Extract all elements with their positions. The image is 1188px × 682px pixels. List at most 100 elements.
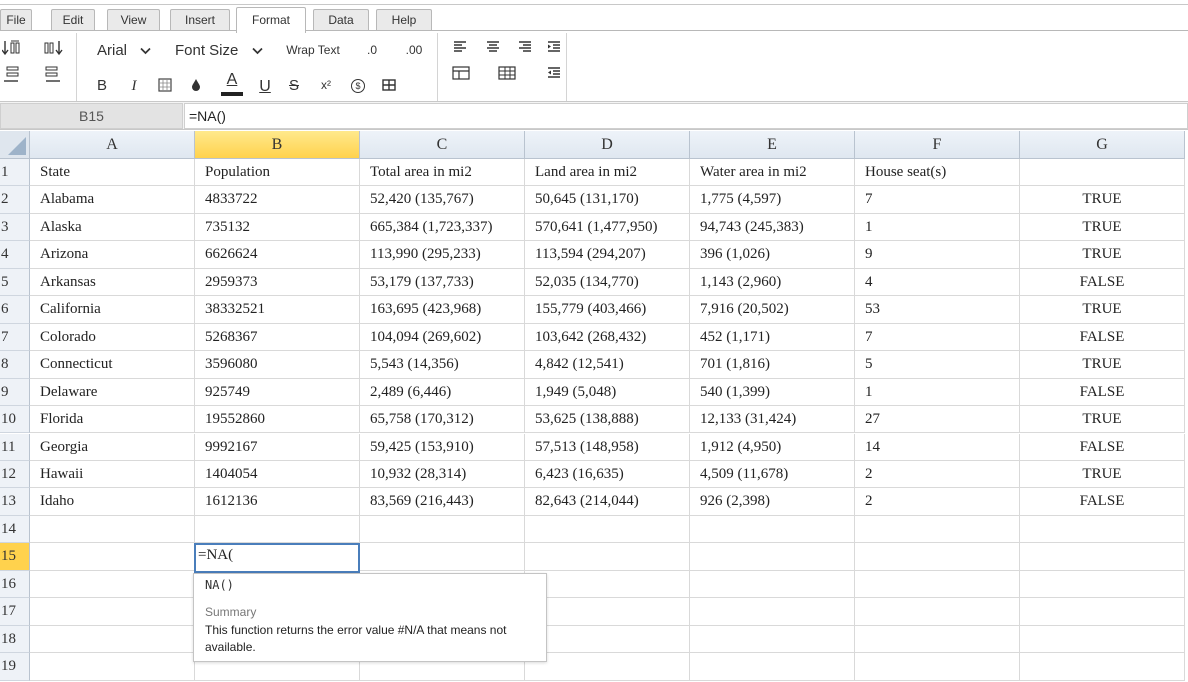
cell-c1[interactable]: Total area in mi2 <box>360 159 525 187</box>
cell-e7[interactable]: 452 (1,171) <box>690 323 855 352</box>
cell-d4[interactable]: 113,594 (294,207) <box>525 241 690 269</box>
cell-c11[interactable]: 59,425 (153,910) <box>360 433 525 461</box>
cell-f17[interactable] <box>855 598 1020 626</box>
cell-b12[interactable]: 1404054 <box>195 460 360 489</box>
cell-f9[interactable]: 1 <box>855 378 1020 407</box>
tab-view[interactable]: View <box>107 9 160 32</box>
cell-a12[interactable]: Hawaii <box>30 460 195 489</box>
cell-b9[interactable]: 925749 <box>195 378 360 407</box>
tab-data[interactable]: Data <box>313 9 369 32</box>
column-header-b[interactable]: B <box>195 131 360 159</box>
cell-g19[interactable] <box>1020 653 1185 681</box>
cell-d5[interactable]: 52,035 (134,770) <box>525 268 690 297</box>
align-right-icon[interactable] <box>517 40 535 54</box>
cell-c6[interactable]: 163,695 (423,968) <box>360 296 525 324</box>
cell-d1[interactable]: Land area in mi2 <box>525 159 690 187</box>
cell-c4[interactable]: 113,990 (295,233) <box>360 241 525 269</box>
bold-button[interactable]: B <box>93 76 111 96</box>
cell-g18[interactable] <box>1020 625 1185 654</box>
cell-d18[interactable] <box>525 625 690 654</box>
strikethrough-button[interactable]: S <box>285 76 303 96</box>
underline-button[interactable]: U <box>255 77 275 97</box>
tab-edit[interactable]: Edit <box>51 9 95 32</box>
cell-c9[interactable]: 2,489 (6,446) <box>360 378 525 407</box>
row-header-10[interactable]: 10 <box>0 406 30 434</box>
tab-insert[interactable]: Insert <box>170 9 230 32</box>
column-header-c[interactable]: C <box>360 131 525 159</box>
font-color-button[interactable]: A <box>220 71 244 101</box>
cell-a17[interactable] <box>30 598 195 626</box>
cell-b10[interactable]: 19552860 <box>195 406 360 434</box>
cell-c12[interactable]: 10,932 (28,314) <box>360 460 525 489</box>
cell-f10[interactable]: 27 <box>855 406 1020 434</box>
wrap-text-button[interactable]: Wrap Text <box>282 40 344 60</box>
cell-a18[interactable] <box>30 625 195 654</box>
currency-button[interactable]: $ <box>349 77 367 95</box>
cell-f4[interactable]: 9 <box>855 241 1020 269</box>
row-header-1[interactable]: 1 <box>0 159 30 187</box>
border-icon[interactable] <box>157 77 175 93</box>
cell-b8[interactable]: 3596080 <box>195 351 360 379</box>
cell-b2[interactable]: 4833722 <box>195 186 360 214</box>
cell-g4[interactable]: TRUE <box>1020 241 1185 269</box>
cell-e3[interactable]: 94,743 (245,383) <box>690 213 855 242</box>
cell-reference-box[interactable]: B15 <box>0 103 183 129</box>
cell-f19[interactable] <box>855 653 1020 681</box>
cell-g9[interactable]: FALSE <box>1020 378 1185 407</box>
cell-g6[interactable]: TRUE <box>1020 296 1185 324</box>
cell-d19[interactable] <box>525 653 690 681</box>
table-grid-icon[interactable] <box>452 66 472 80</box>
cell-d17[interactable] <box>525 598 690 626</box>
cell-a5[interactable]: Arkansas <box>30 268 195 297</box>
cell-f3[interactable]: 1 <box>855 213 1020 242</box>
row-header-6[interactable]: 6 <box>0 296 30 324</box>
function-signature[interactable]: NA() <box>205 578 234 592</box>
cell-g17[interactable] <box>1020 598 1185 626</box>
cell-a16[interactable] <box>30 570 195 599</box>
cell-e4[interactable]: 396 (1,026) <box>690 241 855 269</box>
cell-f7[interactable]: 7 <box>855 323 1020 352</box>
cell-e8[interactable]: 701 (1,816) <box>690 351 855 379</box>
cell-f14[interactable] <box>855 515 1020 544</box>
cell-a10[interactable]: Florida <box>30 406 195 434</box>
row-header-18[interactable]: 18 <box>0 625 30 654</box>
cell-d12[interactable]: 6,423 (16,635) <box>525 460 690 489</box>
row-header-4[interactable]: 4 <box>0 241 30 269</box>
cell-e5[interactable]: 1,143 (2,960) <box>690 268 855 297</box>
row-header-3[interactable]: 3 <box>0 213 30 242</box>
cell-a3[interactable]: Alaska <box>30 213 195 242</box>
cell-c7[interactable]: 104,094 (269,602) <box>360 323 525 352</box>
delete-row-icon[interactable] <box>42 65 64 85</box>
column-header-a[interactable]: A <box>30 131 195 159</box>
cell-a19[interactable] <box>30 653 195 681</box>
cell-d6[interactable]: 155,779 (403,466) <box>525 296 690 324</box>
cell-c13[interactable]: 83,569 (216,443) <box>360 488 525 516</box>
cell-b6[interactable]: 38332521 <box>195 296 360 324</box>
row-header-7[interactable]: 7 <box>0 323 30 352</box>
decrease-decimal-button[interactable]: .0 <box>362 40 382 60</box>
cell-e19[interactable] <box>690 653 855 681</box>
row-header-5[interactable]: 5 <box>0 268 30 297</box>
cell-a2[interactable]: Alabama <box>30 186 195 214</box>
cell-g16[interactable] <box>1020 570 1185 599</box>
cell-e15[interactable] <box>690 543 855 571</box>
column-header-f[interactable]: F <box>855 131 1020 159</box>
cell-c3[interactable]: 665,384 (1,723,337) <box>360 213 525 242</box>
cell-b11[interactable]: 9992167 <box>195 433 360 461</box>
cell-c5[interactable]: 53,179 (137,733) <box>360 268 525 297</box>
cell-a11[interactable]: Georgia <box>30 433 195 461</box>
cell-a15[interactable] <box>30 543 195 571</box>
superscript-button[interactable]: x² <box>315 75 337 95</box>
cell-f16[interactable] <box>855 570 1020 599</box>
cell-e14[interactable] <box>690 515 855 544</box>
cell-d15[interactable] <box>525 543 690 571</box>
cell-c8[interactable]: 5,543 (14,356) <box>360 351 525 379</box>
row-header-9[interactable]: 9 <box>0 378 30 407</box>
cell-d16[interactable] <box>525 570 690 599</box>
row-header-12[interactable]: 12 <box>0 460 30 489</box>
cell-e1[interactable]: Water area in mi2 <box>690 159 855 187</box>
align-left-icon[interactable] <box>452 40 470 54</box>
cell-f8[interactable]: 5 <box>855 351 1020 379</box>
cell-d10[interactable]: 53,625 (138,888) <box>525 406 690 434</box>
cell-e16[interactable] <box>690 570 855 599</box>
